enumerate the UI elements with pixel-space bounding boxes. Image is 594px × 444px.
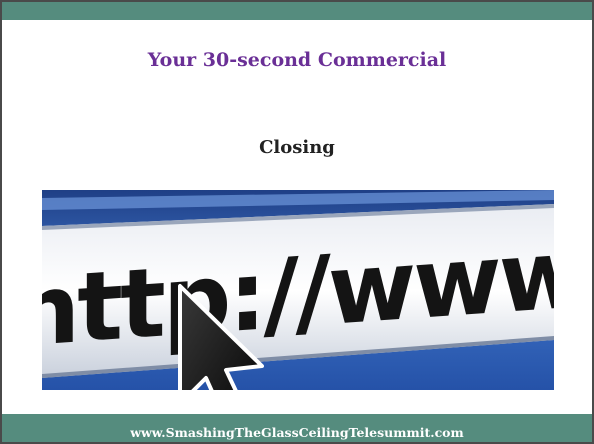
header-bar bbox=[2, 2, 592, 20]
browser-address-bar-image: http://www bbox=[42, 190, 554, 390]
footer-url: www.SmashingTheGlassCeilingTelesummit.co… bbox=[130, 424, 464, 440]
slide-subtitle: Closing bbox=[259, 137, 335, 158]
slide-title: Your 30-second Commercial bbox=[147, 49, 447, 71]
slide: Your 30-second Commercial Closing http:/… bbox=[0, 0, 594, 444]
footer-bar: www.SmashingTheGlassCeilingTelesummit.co… bbox=[2, 414, 592, 442]
